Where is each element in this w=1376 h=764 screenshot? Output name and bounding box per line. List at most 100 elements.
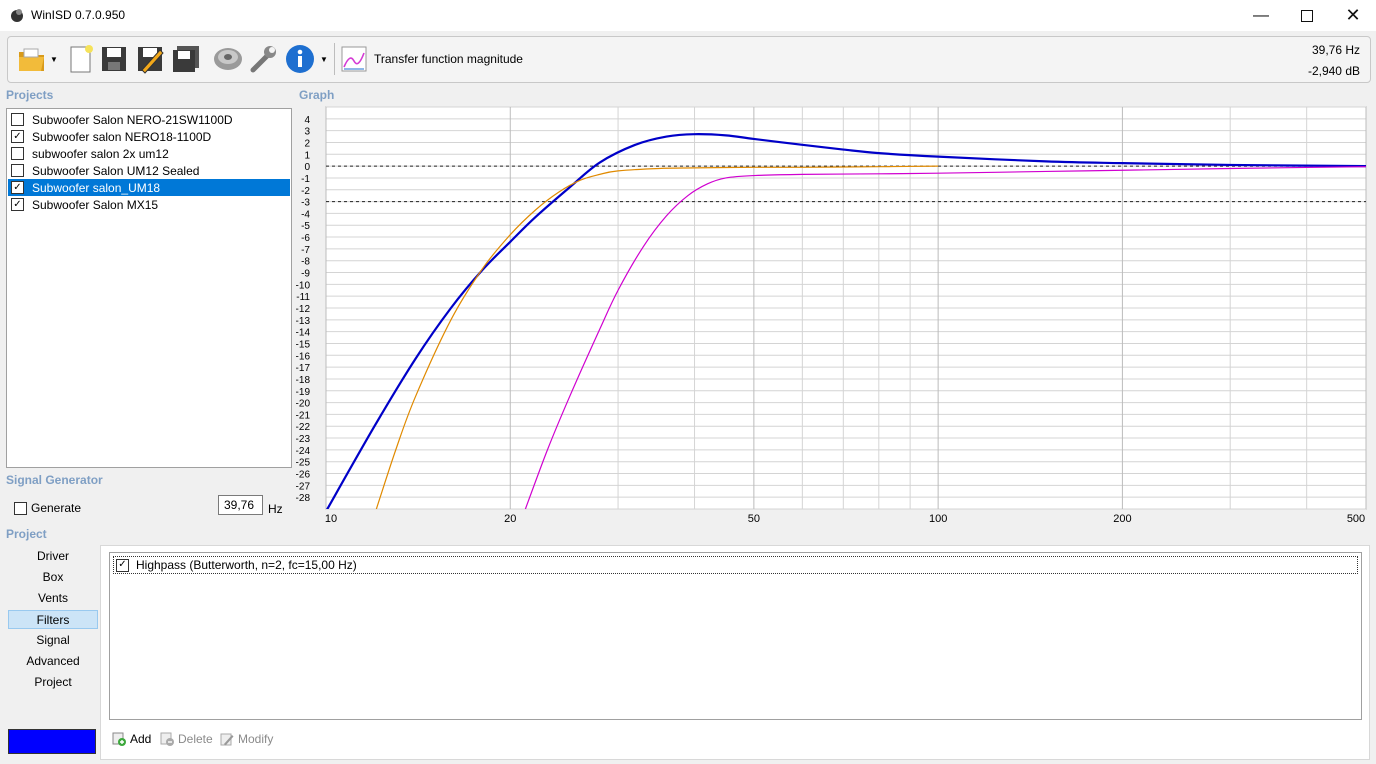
project-tab-box[interactable]: Box — [8, 568, 98, 587]
generate-checkbox-box[interactable] — [14, 501, 27, 515]
y-tick-label: -20 — [296, 399, 310, 410]
add-icon — [112, 732, 126, 746]
project-item-checkbox[interactable] — [11, 113, 24, 126]
project-item-checkbox[interactable]: ✓ — [11, 198, 24, 211]
project-item-label: subwoofer salon 2x um12 — [32, 146, 169, 161]
graph-type-icon[interactable] — [341, 46, 367, 72]
y-tick-label: 4 — [304, 115, 310, 126]
window-title: WinISD 0.7.0.950 — [31, 8, 126, 22]
y-tick-label: -26 — [296, 470, 310, 481]
y-tick-label: -9 — [301, 269, 310, 280]
filter-item[interactable]: ✓ Highpass (Butterworth, n=2, fc=15,00 H… — [113, 556, 1358, 574]
driver-editor-icon[interactable] — [212, 43, 244, 75]
y-tick-label: -6 — [301, 233, 310, 244]
open-folder-icon[interactable] — [16, 43, 48, 75]
projects-list[interactable]: Subwoofer Salon NERO-21SW1100D ✓ Subwoofer… — [6, 108, 292, 468]
y-tick-label: -8 — [301, 257, 310, 268]
info-dropdown-icon[interactable]: ▼ — [320, 55, 328, 64]
y-tick-label: -27 — [296, 481, 310, 492]
minimize-icon[interactable]: — — [1238, 0, 1284, 31]
y-tick-label: -25 — [296, 458, 310, 469]
graph-section-label: Graph — [299, 88, 335, 102]
project-item-label: Subwoofer Salon MX15 — [32, 197, 159, 212]
y-tick-label: 0 — [304, 162, 310, 173]
transfer-function-graph[interactable]: 43210-1-2-3-4-5-6-7-8-9-10-11-12-13-14-1… — [296, 104, 1370, 524]
generate-checkbox[interactable]: Generate — [14, 501, 81, 515]
y-tick-label: -17 — [296, 363, 310, 374]
wrench-icon[interactable] — [248, 43, 280, 75]
y-tick-label: -23 — [296, 434, 310, 445]
project-item-label: Subwoofer salon_UM18 — [32, 180, 161, 195]
y-tick-label: -10 — [296, 280, 310, 291]
project-item-checkbox[interactable] — [11, 147, 24, 160]
project-color-button[interactable]: Color — [8, 729, 96, 754]
delete-icon — [160, 732, 174, 746]
y-tick-label: -11 — [296, 292, 310, 303]
close-icon[interactable]: ✕ — [1330, 0, 1376, 31]
x-tick-label: 50 — [748, 513, 760, 524]
generator-frequency-input[interactable] — [218, 495, 263, 515]
y-tick-label: -12 — [296, 304, 310, 315]
project-item-label: Subwoofer Salon UM12 Sealed — [32, 163, 200, 178]
project-tab-vents[interactable]: Vents — [8, 589, 98, 608]
project-tab-project[interactable]: Project — [8, 673, 98, 692]
signal-generator-label: Signal Generator — [6, 473, 103, 487]
save-icon[interactable] — [98, 43, 130, 75]
y-tick-label: -18 — [296, 375, 310, 386]
new-project-icon[interactable] — [64, 43, 96, 75]
x-tick-label: 500 — [1347, 513, 1365, 524]
project-item[interactable]: Subwoofer Salon UM12 Sealed — [8, 162, 290, 179]
filter-item-label: Highpass (Butterworth, n=2, fc=15,00 Hz) — [136, 558, 357, 572]
project-item-label: Subwoofer salon NERO18-1100D — [32, 129, 212, 144]
y-tick-label: -3 — [301, 198, 310, 209]
y-tick-label: -24 — [296, 446, 310, 457]
delete-filter-button[interactable]: Delete — [160, 732, 213, 746]
project-item[interactable]: subwoofer salon 2x um12 — [8, 145, 290, 162]
save-all-icon[interactable] — [170, 43, 202, 75]
project-item[interactable]: ✓ Subwoofer salon NERO18-1100D — [8, 128, 290, 145]
y-tick-label: -13 — [296, 316, 310, 327]
project-tab-filters[interactable]: Filters — [8, 610, 98, 629]
cursor-level-readout: -2,940 dB — [1307, 64, 1360, 78]
project-item[interactable]: Subwoofer Salon NERO-21SW1100D — [8, 111, 290, 128]
add-filter-button[interactable]: Add — [112, 732, 151, 746]
project-section-label: Project — [6, 527, 47, 541]
y-tick-label: 3 — [304, 127, 310, 138]
y-tick-label: -4 — [301, 209, 310, 220]
projects-section-label: Projects — [6, 88, 54, 102]
project-item[interactable]: ✓ Subwoofer Salon MX15 — [8, 196, 290, 213]
project-tab-signal[interactable]: Signal — [8, 631, 98, 650]
project-item[interactable]: ✓ Subwoofer salon_UM18 — [8, 179, 290, 196]
x-tick-label: 10 — [325, 513, 337, 524]
modify-filter-label: Modify — [238, 732, 274, 746]
y-tick-label: 1 — [304, 150, 310, 161]
cursor-frequency-readout: 39,76 Hz — [1311, 43, 1360, 57]
add-filter-label: Add — [130, 732, 152, 746]
filter-item-checkbox[interactable]: ✓ — [116, 558, 129, 572]
open-dropdown-icon[interactable]: ▼ — [50, 55, 58, 64]
graph-mode-label[interactable]: Transfer function magnitude — [374, 52, 523, 66]
y-tick-label: -22 — [296, 422, 310, 433]
toolbar-separator — [334, 43, 335, 75]
save-as-icon[interactable] — [134, 43, 166, 75]
project-item-checkbox[interactable]: ✓ — [11, 130, 24, 143]
y-tick-label: -2 — [301, 186, 310, 197]
x-tick-label: 100 — [929, 513, 947, 524]
delete-filter-label: Delete — [178, 732, 213, 746]
y-tick-label: -1 — [301, 174, 310, 185]
project-item-checkbox[interactable] — [11, 164, 24, 177]
maximize-icon[interactable] — [1284, 0, 1330, 31]
y-tick-label: -16 — [296, 351, 310, 362]
project-tab-advanced[interactable]: Advanced — [8, 652, 98, 671]
filters-list[interactable]: ✓ Highpass (Butterworth, n=2, fc=15,00 H… — [109, 552, 1362, 720]
info-icon[interactable] — [284, 43, 316, 75]
generate-label: Generate — [31, 501, 82, 515]
app-icon — [11, 9, 23, 22]
y-tick-label: -7 — [301, 245, 310, 256]
y-tick-label: -28 — [296, 493, 310, 504]
generator-frequency-unit: Hz — [268, 502, 283, 516]
y-tick-label: -15 — [296, 339, 310, 350]
modify-filter-button[interactable]: Modify — [220, 732, 273, 746]
project-tab-driver[interactable]: Driver — [8, 547, 98, 566]
project-item-checkbox[interactable]: ✓ — [11, 181, 24, 194]
